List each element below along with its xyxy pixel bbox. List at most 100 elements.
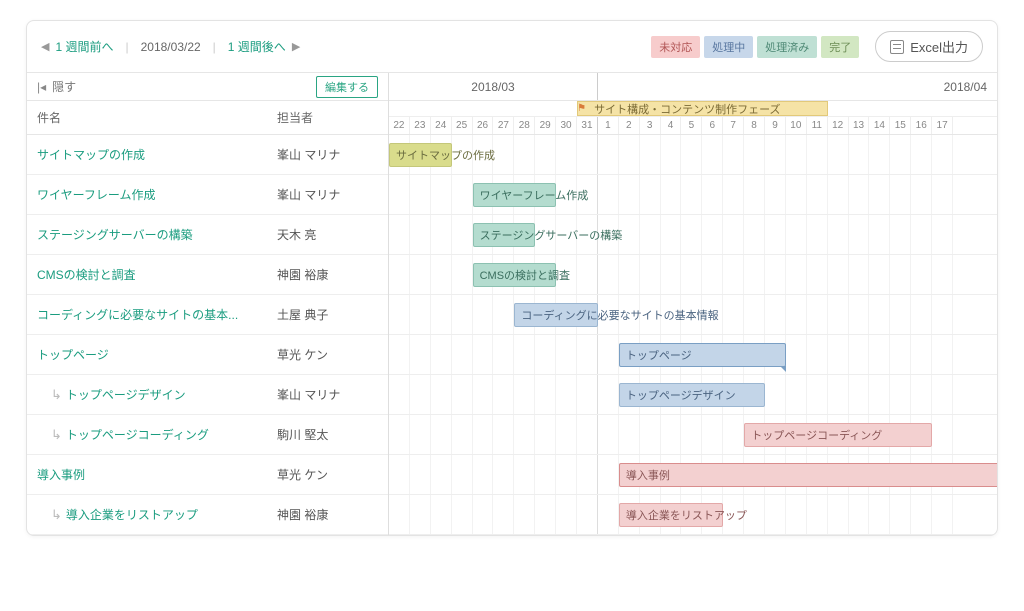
column-header-assignee: 担当者	[277, 109, 313, 126]
gantt-bar[interactable]: トップページ	[619, 343, 786, 367]
prev-arrow-icon[interactable]: ◀	[41, 40, 49, 53]
day-header-cell: 14	[869, 117, 890, 134]
day-header-cell: 29	[535, 117, 556, 134]
gantt-row: CMSの検討と調査	[389, 255, 997, 295]
day-header-cell: 9	[765, 117, 786, 134]
status-chip[interactable]: 未対応	[651, 36, 700, 58]
nav-sep: |	[213, 40, 216, 54]
day-header-cell: 27	[493, 117, 514, 134]
gantt-bar[interactable]: ステージングサーバーの構築	[473, 223, 536, 247]
day-header-cell: 11	[807, 117, 828, 134]
day-header-cell: 17	[932, 117, 953, 134]
nav-sep: |	[125, 40, 128, 54]
day-header-cell: 22	[389, 117, 410, 134]
day-header-cell: 1	[598, 117, 619, 134]
task-assignee: 天木 亮	[277, 226, 316, 243]
task-assignee: 土屋 典子	[277, 306, 328, 323]
gantt-row: 導入企業をリストアップ	[389, 495, 997, 535]
month-header-1: 2018/03	[389, 73, 598, 100]
gantt-row: ステージングサーバーの構築	[389, 215, 997, 255]
task-row: ステージングサーバーの構築天木 亮	[27, 215, 388, 255]
prev-week-link[interactable]: 1 週間前へ	[55, 38, 113, 55]
day-header-cell: 26	[473, 117, 494, 134]
day-header-cell: 28	[514, 117, 535, 134]
task-row: サイトマップの作成峯山 マリナ	[27, 135, 388, 175]
status-chip[interactable]: 処理済み	[757, 36, 817, 58]
gantt-bar[interactable]: CMSの検討と調査	[473, 263, 557, 287]
task-assignee: 駒川 堅太	[277, 426, 328, 443]
task-name-link[interactable]: ↳トップページコーディング	[37, 426, 277, 443]
task-row: ↳トップページデザイン峯山 マリナ	[27, 375, 388, 415]
column-header-name: 件名	[37, 109, 277, 126]
subtask-arrow-icon: ↳	[51, 507, 62, 522]
subtask-arrow-icon: ↳	[51, 387, 62, 402]
task-row: ↳トップページコーディング駒川 堅太	[27, 415, 388, 455]
day-header-cell: 5	[681, 117, 702, 134]
day-header-cell: 30	[556, 117, 577, 134]
task-name-link[interactable]: ↳導入企業をリストアップ	[37, 506, 277, 523]
task-row: 導入事例草光 ケン	[27, 455, 388, 495]
task-name-link[interactable]: CMSの検討と調査	[37, 266, 277, 283]
next-week-link[interactable]: 1 週間後へ	[228, 38, 286, 55]
status-chip[interactable]: 完了	[821, 36, 859, 58]
task-assignee: 神園 裕康	[277, 506, 328, 523]
task-assignee: 草光 ケン	[277, 346, 328, 363]
excel-export-label: Excel出力	[910, 37, 968, 56]
day-header-cell: 8	[744, 117, 765, 134]
day-header-cell: 24	[431, 117, 452, 134]
gantt-bar[interactable]: トップページコーディング	[744, 423, 932, 447]
flag-icon: ⚑	[577, 103, 586, 114]
gantt-bar[interactable]: ワイヤーフレーム作成	[473, 183, 557, 207]
task-assignee: 峯山 マリナ	[277, 386, 340, 403]
gantt-bar[interactable]: コーディングに必要なサイトの基本情報	[514, 303, 598, 327]
task-name-link[interactable]: ワイヤーフレーム作成	[37, 186, 277, 203]
spreadsheet-icon	[890, 40, 904, 54]
day-header-cell: 2	[619, 117, 640, 134]
day-header-cell: 6	[702, 117, 723, 134]
day-header-cell: 3	[640, 117, 661, 134]
task-row: CMSの検討と調査神園 裕康	[27, 255, 388, 295]
task-row: ワイヤーフレーム作成峯山 マリナ	[27, 175, 388, 215]
excel-export-button[interactable]: Excel出力	[875, 31, 983, 62]
hide-label[interactable]: 隠す	[52, 78, 76, 95]
month-header-2: 2018/04	[598, 73, 997, 100]
day-header-cell: 12	[828, 117, 849, 134]
day-header-cell: 15	[890, 117, 911, 134]
gantt-bar[interactable]: 導入企業をリストアップ	[619, 503, 724, 527]
task-row: コーディングに必要なサイトの基本...土屋 典子	[27, 295, 388, 335]
day-header-cell: 31	[577, 117, 598, 134]
gantt-row: トップページ	[389, 335, 997, 375]
task-name-link[interactable]: ↳トップページデザイン	[37, 386, 277, 403]
day-header-cell: 16	[911, 117, 932, 134]
day-header-cell: 23	[410, 117, 431, 134]
gantt-bar[interactable]: サイトマップの作成	[389, 143, 452, 167]
task-row: ↳導入企業をリストアップ神園 裕康	[27, 495, 388, 535]
collapse-left-icon[interactable]: |◂	[37, 80, 46, 94]
task-name-link[interactable]: トップページ	[37, 346, 277, 363]
gantt-row: サイトマップの作成	[389, 135, 997, 175]
task-name-link[interactable]: コーディングに必要なサイトの基本...	[37, 306, 277, 323]
day-header-cell: 7	[723, 117, 744, 134]
next-arrow-icon[interactable]: ▶	[292, 40, 300, 53]
gantt-row: トップページデザイン	[389, 375, 997, 415]
gantt-bar[interactable]: 導入事例	[619, 463, 997, 487]
day-header-cell: 13	[849, 117, 870, 134]
gantt-row: 導入事例	[389, 455, 997, 495]
day-header-cell: 10	[786, 117, 807, 134]
task-row: トップページ草光 ケン	[27, 335, 388, 375]
task-name-link[interactable]: ステージングサーバーの構築	[37, 226, 277, 243]
gantt-row: トップページコーディング	[389, 415, 997, 455]
gantt-row: コーディングに必要なサイトの基本情報	[389, 295, 997, 335]
task-name-link[interactable]: サイトマップの作成	[37, 146, 277, 163]
task-assignee: 神園 裕康	[277, 266, 328, 283]
day-header-cell: 4	[661, 117, 682, 134]
task-assignee: 峯山 マリナ	[277, 186, 340, 203]
gantt-row: ワイヤーフレーム作成	[389, 175, 997, 215]
edit-button[interactable]: 編集する	[316, 76, 378, 98]
gantt-bar[interactable]: トップページデザイン	[619, 383, 765, 407]
task-name-link[interactable]: 導入事例	[37, 466, 277, 483]
phase-bar[interactable]: サイト構成・コンテンツ制作フェーズ	[577, 101, 828, 116]
current-date: 2018/03/22	[141, 40, 201, 54]
task-assignee: 峯山 マリナ	[277, 146, 340, 163]
status-chip[interactable]: 処理中	[704, 36, 753, 58]
